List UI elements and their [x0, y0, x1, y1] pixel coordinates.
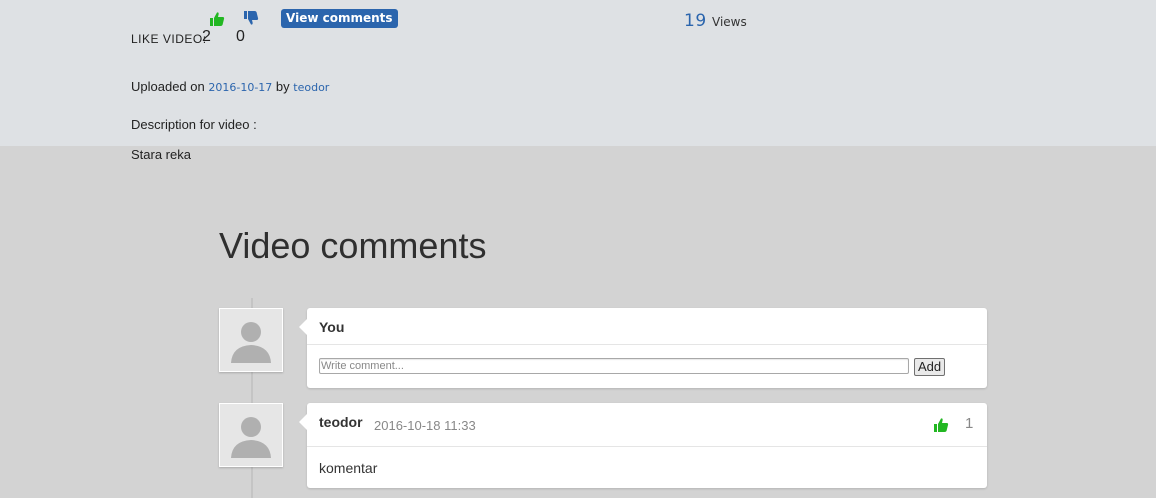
comment-input[interactable] — [319, 358, 909, 374]
user-silhouette-icon — [231, 322, 271, 363]
uploaded-prefix: Uploaded on — [131, 79, 205, 94]
like-video-label: LIKE VIDEO: — [131, 32, 207, 46]
card-divider — [307, 446, 987, 447]
uploaded-by-word: by — [275, 79, 290, 94]
comment-author[interactable]: teodor — [319, 414, 363, 430]
comment-card: teodor 2016-10-18 11:33 1 komentar — [299, 403, 987, 488]
views-label: Views — [712, 15, 747, 29]
add-comment-button[interactable]: Add — [914, 358, 946, 376]
video-description: Stara reka — [131, 147, 191, 162]
thumbs-up-icon[interactable] — [933, 417, 949, 433]
view-comments-button[interactable]: View comments — [281, 9, 398, 28]
thumbs-down-icon[interactable] — [243, 10, 259, 26]
card-divider — [307, 344, 987, 345]
upload-date-link[interactable]: 2016-10-17 — [208, 81, 272, 94]
uploader-link[interactable]: teodor — [293, 81, 329, 94]
views-count: 19 — [684, 11, 707, 31]
card-pointer — [299, 414, 307, 430]
new-comment-card: You Add — [299, 308, 987, 388]
dislike-count: 0 — [236, 28, 245, 45]
user-silhouette-icon — [231, 417, 271, 458]
comment-date: 2016-10-18 11:33 — [374, 418, 476, 433]
video-info-panel: View comments LIKE VIDEO: 2 0 19 Views U… — [0, 0, 1156, 146]
comment-text: komentar — [319, 460, 378, 476]
thumbs-up-icon[interactable] — [209, 11, 225, 27]
upload-info: Uploaded on 2016-10-17 by teodor — [131, 79, 329, 94]
composer-author-name: You — [319, 319, 345, 335]
like-count: 2 — [202, 28, 211, 45]
comment-like-count: 1 — [965, 415, 974, 432]
description-label: Description for video : — [131, 117, 257, 132]
commenter-avatar — [219, 403, 283, 467]
card-pointer — [299, 319, 307, 335]
current-user-avatar — [219, 308, 283, 372]
comments-section-title: Video comments — [219, 225, 487, 266]
